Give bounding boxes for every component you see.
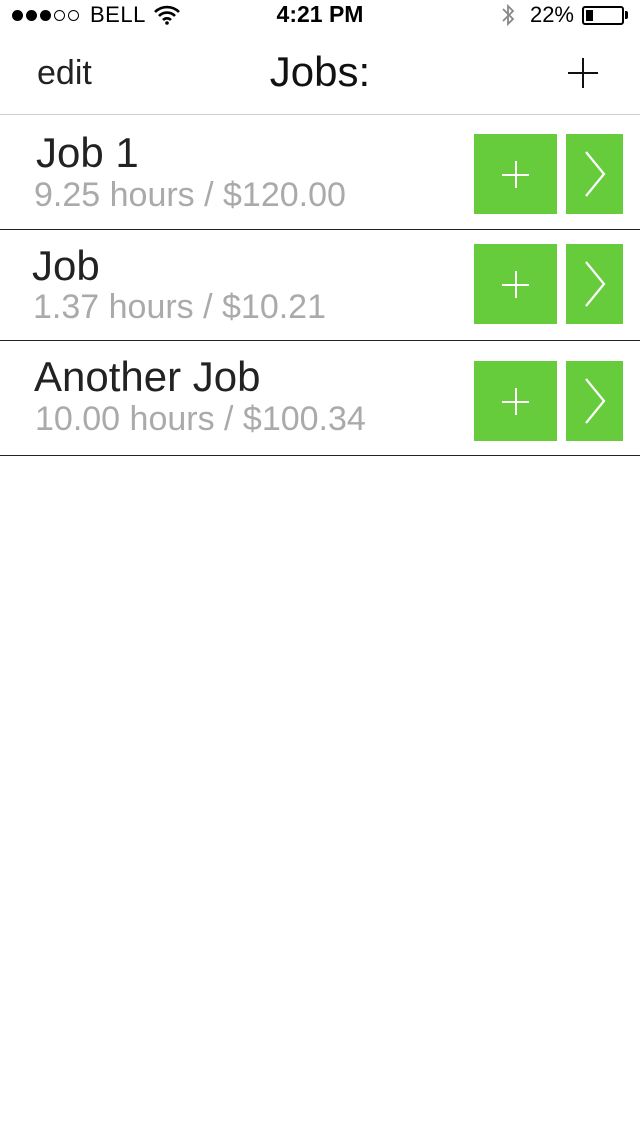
- chevron-right-icon: [585, 261, 606, 307]
- job-name: Another Job: [34, 353, 261, 400]
- bluetooth-icon: [502, 3, 515, 27]
- status-bar: BELL 4:21 PM 22%: [0, 0, 640, 28]
- battery-tip: [625, 11, 628, 19]
- job-name: Job 1: [36, 129, 139, 176]
- job-row[interactable]: Job 1.37 hours / $10.21: [0, 230, 640, 341]
- open-job-button[interactable]: [566, 134, 623, 214]
- job-row[interactable]: Job 1 9.25 hours / $120.00: [0, 115, 640, 230]
- add-time-button[interactable]: [474, 134, 557, 214]
- chevron-right-icon: [585, 378, 606, 424]
- plus-icon: [502, 388, 529, 415]
- battery-icon: [582, 5, 624, 25]
- plus-icon: [502, 271, 529, 298]
- job-row[interactable]: Another Job 10.00 hours / $100.34: [0, 341, 640, 456]
- add-job-button[interactable]: [568, 58, 598, 88]
- battery-percent: 22%: [529, 2, 574, 27]
- chevron-right-icon: [585, 151, 606, 197]
- page-title: Jobs:: [269, 48, 371, 95]
- job-list: Job 1 9.25 hours / $120.00 Job 1.37 hour…: [0, 115, 640, 456]
- job-name: Job: [32, 242, 100, 289]
- nav-bar: edit Jobs:: [0, 28, 640, 115]
- battery-fill: [586, 9, 593, 21]
- job-summary: 9.25 hours / $120.00: [34, 176, 346, 214]
- status-right: 22%: [500, 2, 628, 28]
- job-summary: 10.00 hours / $100.34: [35, 400, 366, 438]
- job-summary: 1.37 hours / $10.21: [33, 288, 327, 326]
- open-job-button[interactable]: [566, 361, 623, 441]
- add-time-button[interactable]: [474, 244, 557, 324]
- add-time-button[interactable]: [474, 361, 557, 441]
- plus-icon: [502, 161, 529, 188]
- open-job-button[interactable]: [566, 244, 623, 324]
